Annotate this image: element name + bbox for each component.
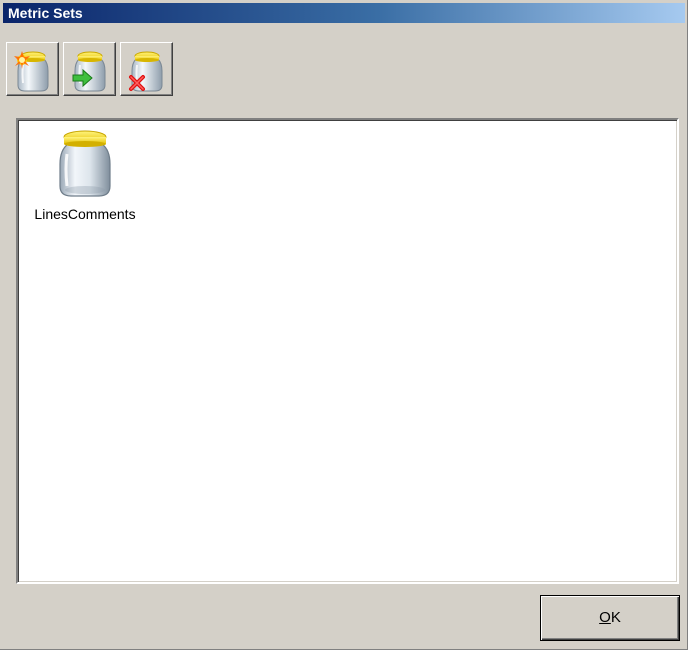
delete-metric-set-button[interactable] — [120, 42, 173, 96]
ok-button[interactable]: OK — [540, 595, 680, 641]
jar-import-icon — [72, 51, 106, 92]
import-metric-set-button[interactable] — [63, 42, 116, 96]
ok-label-rest: K — [610, 609, 621, 626]
jar-new-icon — [14, 51, 49, 92]
title-bar[interactable]: Metric Sets — [3, 3, 685, 23]
ok-accelerator: O — [599, 609, 611, 626]
jar-delete-icon — [129, 51, 163, 92]
list-item-label: LinesComments — [34, 206, 136, 222]
metric-sets-list[interactable]: LinesComments — [16, 118, 679, 584]
list-item[interactable]: LinesComments — [30, 126, 140, 226]
window-title: Metric Sets — [8, 5, 83, 21]
jar-icon — [59, 130, 111, 197]
metric-sets-dialog: Metric Sets LinesComments OK — [0, 0, 688, 650]
new-metric-set-button[interactable] — [6, 42, 59, 96]
